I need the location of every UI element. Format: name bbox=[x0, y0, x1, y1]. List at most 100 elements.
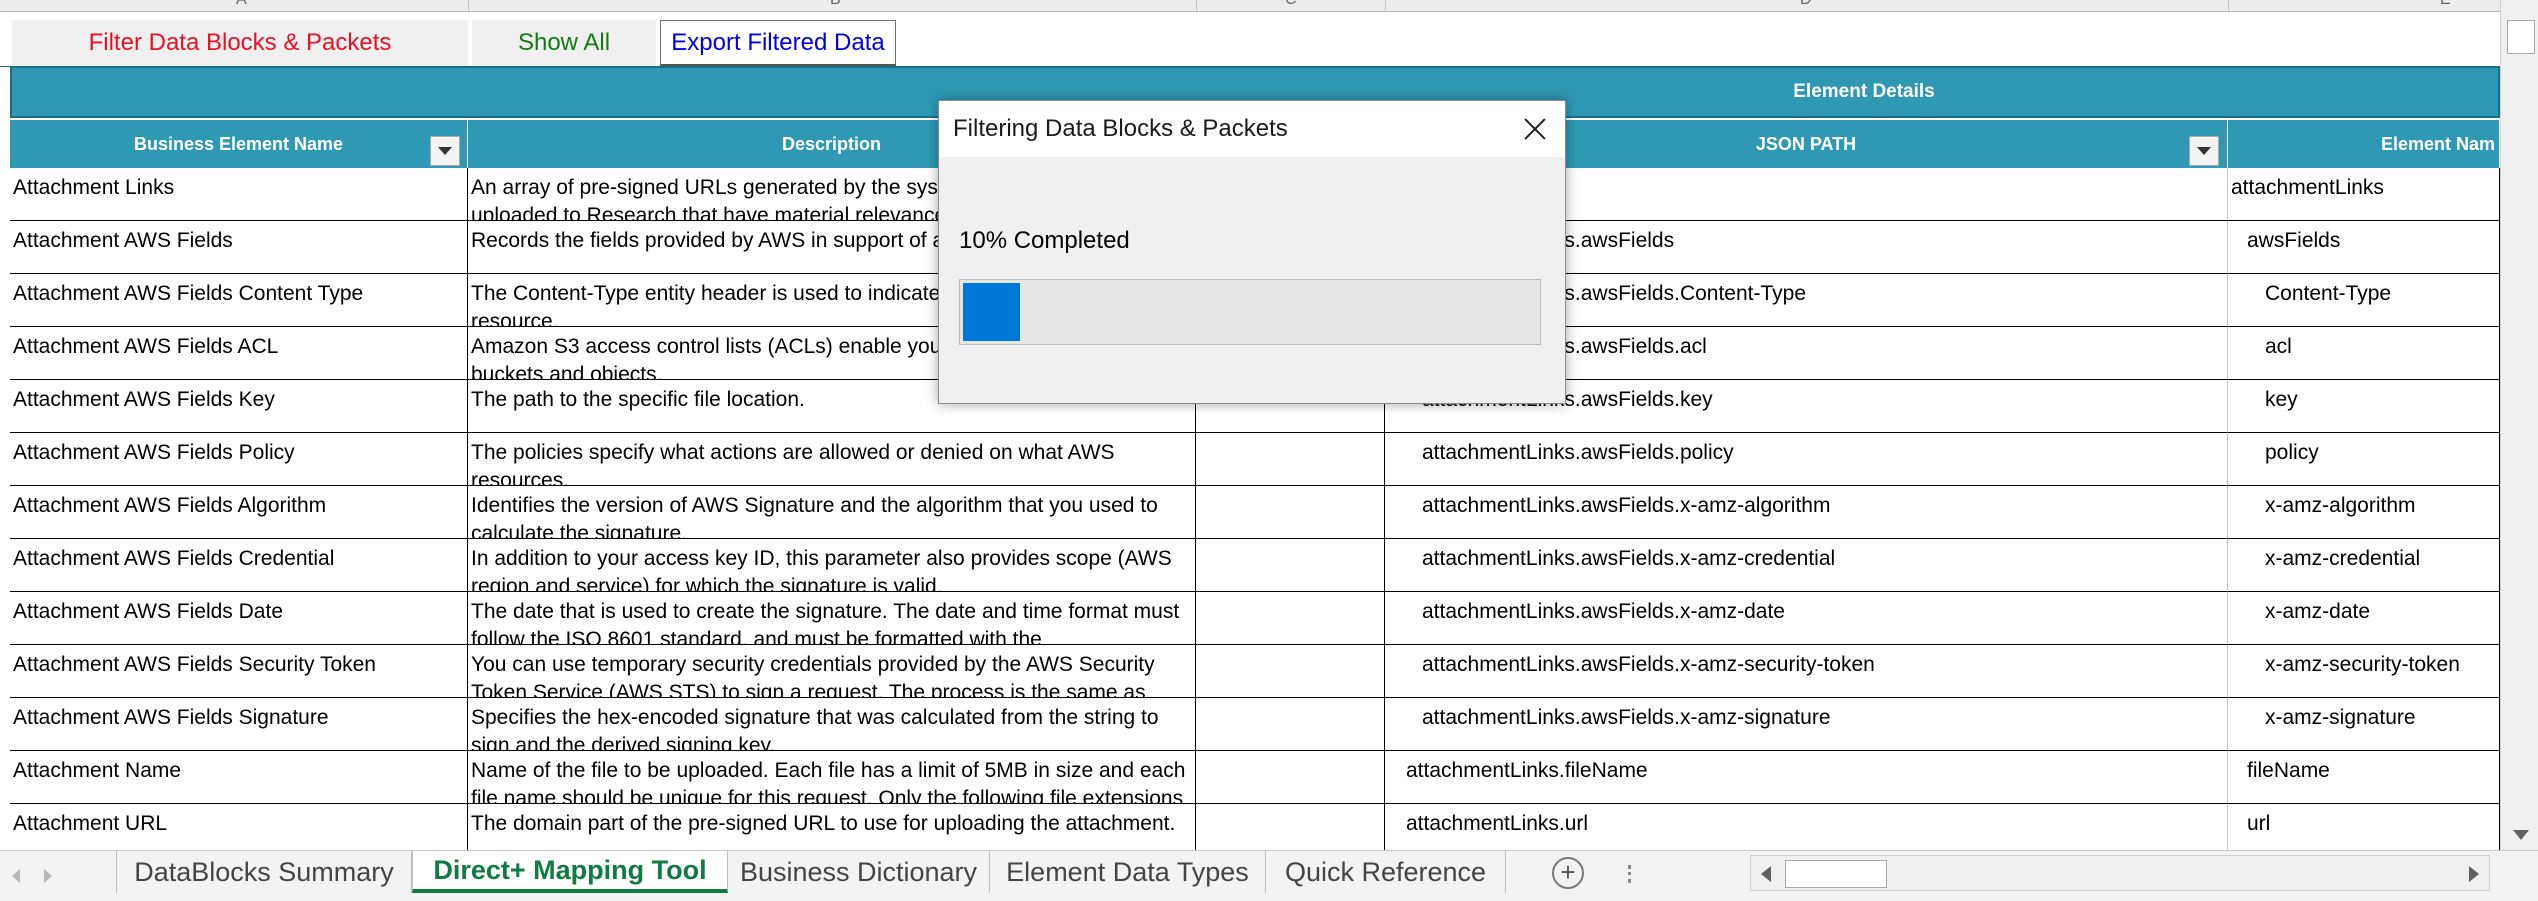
header-label: JSON PATH bbox=[1755, 133, 1857, 154]
column-letter-e[interactable]: E bbox=[2440, 0, 2451, 9]
cell-column-c[interactable] bbox=[1196, 486, 1385, 539]
tab-label: Direct+ Mapping Tool bbox=[433, 854, 707, 885]
cell-json-path[interactable]: attachmentLinks.fileName bbox=[1385, 751, 2228, 804]
cell-element-name[interactable]: x-amz-signature bbox=[2228, 698, 2500, 751]
cell-element-name[interactable]: x-amz-credential bbox=[2228, 539, 2500, 592]
cell-element-name[interactable]: acl bbox=[2228, 327, 2500, 380]
tab-scroll-left-icon[interactable] bbox=[12, 869, 20, 883]
horizontal-scrollbar[interactable] bbox=[1750, 855, 2490, 891]
cell-description[interactable]: The date that is used to create the sign… bbox=[468, 592, 1196, 645]
column-letter-bar: A B C D E bbox=[0, 0, 2500, 12]
cell-element-name[interactable]: Content-Type bbox=[2228, 274, 2500, 327]
cell-column-c[interactable] bbox=[1196, 539, 1385, 592]
cell-element-name[interactable]: awsFields bbox=[2228, 221, 2500, 274]
filter-dropdown-button[interactable] bbox=[2189, 136, 2219, 166]
sheet-tab-bar: DataBlocks Summary Direct+ Mapping Tool … bbox=[0, 850, 2538, 901]
cell-business-element-name[interactable]: Attachment AWS Fields Policy bbox=[10, 433, 468, 486]
cell-element-name[interactable]: url bbox=[2228, 804, 2500, 850]
scroll-down-arrow-icon[interactable] bbox=[2513, 830, 2529, 840]
tab-quick-reference[interactable]: Quick Reference bbox=[1266, 851, 1506, 893]
cell-business-element-name[interactable]: Attachment AWS Fields Key bbox=[10, 380, 468, 433]
tab-element-data-types[interactable]: Element Data Types bbox=[990, 851, 1266, 893]
cell-column-c[interactable] bbox=[1196, 751, 1385, 804]
cell-element-name[interactable]: policy bbox=[2228, 433, 2500, 486]
cell-business-element-name[interactable]: Attachment AWS Fields Security Token bbox=[10, 645, 468, 698]
tab-label: DataBlocks Summary bbox=[134, 856, 394, 887]
chevron-down-icon bbox=[438, 147, 452, 155]
progress-fill bbox=[963, 283, 1020, 341]
cell-element-name[interactable]: x-amz-algorithm bbox=[2228, 486, 2500, 539]
add-sheet-button[interactable]: + bbox=[1552, 857, 1584, 889]
cell-business-element-name[interactable]: Attachment AWS Fields Date bbox=[10, 592, 468, 645]
header-element-name[interactable]: Element Nam bbox=[2228, 120, 2500, 168]
column-letter-c[interactable]: C bbox=[1285, 0, 1297, 9]
cell-business-element-name[interactable]: Attachment URL bbox=[10, 804, 468, 850]
cell-column-c[interactable] bbox=[1196, 592, 1385, 645]
close-icon[interactable] bbox=[1515, 109, 1555, 149]
cell-description[interactable]: Identifies the version of AWS Signature … bbox=[468, 486, 1196, 539]
header-label: Element Nam bbox=[2380, 133, 2495, 154]
cell-element-name[interactable]: fileName bbox=[2228, 751, 2500, 804]
cell-json-path[interactable]: attachmentLinks.awsFields.x-amz-signatur… bbox=[1385, 698, 2228, 751]
column-letter-a[interactable]: A bbox=[236, 0, 247, 9]
scroll-right-arrow-icon[interactable] bbox=[2469, 866, 2479, 882]
cell-description[interactable]: In addition to your access key ID, this … bbox=[468, 539, 1196, 592]
filter-data-blocks-button[interactable]: Filter Data Blocks & Packets bbox=[12, 20, 468, 66]
progress-status-text: 10% Completed bbox=[959, 227, 1130, 254]
cell-business-element-name[interactable]: Attachment AWS Fields Algorithm bbox=[10, 486, 468, 539]
cell-column-c[interactable] bbox=[1196, 433, 1385, 486]
cell-json-path[interactable]: attachmentLinks.awsFields.x-amz-date bbox=[1385, 592, 2228, 645]
cell-business-element-name[interactable]: Attachment AWS Fields Signature bbox=[10, 698, 468, 751]
cell-element-name[interactable]: x-amz-date bbox=[2228, 592, 2500, 645]
show-all-button[interactable]: Show All bbox=[472, 20, 656, 66]
cell-description[interactable]: The domain part of the pre-signed URL to… bbox=[468, 804, 1196, 850]
scroll-left-arrow-icon[interactable] bbox=[1761, 866, 1771, 882]
cell-business-element-name[interactable]: Attachment Links bbox=[10, 168, 468, 221]
cell-description[interactable]: You can use temporary security credentia… bbox=[468, 645, 1196, 698]
cell-json-path[interactable]: attachmentLinks.awsFields.policy bbox=[1385, 433, 2228, 486]
header-label: Description bbox=[781, 133, 882, 154]
cell-column-c[interactable] bbox=[1196, 645, 1385, 698]
header-business-element-name[interactable]: Business Element Name bbox=[10, 120, 468, 168]
tab-business-dictionary[interactable]: Business Dictionary bbox=[728, 851, 990, 893]
cell-column-c[interactable] bbox=[1196, 698, 1385, 751]
tab-datablocks-summary[interactable]: DataBlocks Summary bbox=[116, 851, 412, 893]
progress-bar bbox=[959, 279, 1541, 345]
tab-label: Quick Reference bbox=[1284, 856, 1487, 887]
header-label: Business Element Name bbox=[133, 133, 344, 154]
cell-business-element-name[interactable]: Attachment AWS Fields bbox=[10, 221, 468, 274]
column-letter-b[interactable]: B bbox=[830, 0, 841, 9]
cell-column-c[interactable] bbox=[1196, 804, 1385, 850]
vertical-scrollbar[interactable] bbox=[2500, 0, 2538, 850]
cell-business-element-name[interactable]: Attachment AWS Fields ACL bbox=[10, 327, 468, 380]
cell-description[interactable]: Name of the file to be uploaded. Each fi… bbox=[468, 751, 1196, 804]
cell-element-name[interactable]: key bbox=[2228, 380, 2500, 433]
export-filtered-data-button[interactable]: Export Filtered Data bbox=[660, 20, 896, 66]
element-details-title: Element Details bbox=[1793, 81, 1935, 102]
tab-splitter-handle[interactable] bbox=[1628, 865, 1635, 883]
cell-json-path[interactable]: attachmentLinks.awsFields.x-amz-credenti… bbox=[1385, 539, 2228, 592]
tab-direct-mapping-tool[interactable]: Direct+ Mapping Tool bbox=[412, 851, 728, 893]
cell-json-path[interactable]: attachmentLinks.url bbox=[1385, 804, 2228, 850]
cell-json-path[interactable]: attachmentLinks.awsFields.x-amz-algorith… bbox=[1385, 486, 2228, 539]
column-letter-d[interactable]: D bbox=[1800, 0, 1812, 9]
scroll-thumb[interactable] bbox=[2507, 20, 2535, 54]
cell-description[interactable]: Specifies the hex-encoded signature that… bbox=[468, 698, 1196, 751]
macro-toolbar: Filter Data Blocks & Packets Show All Ex… bbox=[0, 12, 2500, 66]
cell-business-element-name[interactable]: Attachment Name bbox=[10, 751, 468, 804]
cell-json-path[interactable]: attachmentLinks.awsFields.x-amz-security… bbox=[1385, 645, 2228, 698]
filter-dropdown-button[interactable] bbox=[430, 136, 460, 166]
cell-element-name[interactable]: attachmentLinks bbox=[2228, 168, 2500, 221]
cell-description[interactable]: The policies specify what actions are al… bbox=[468, 433, 1196, 486]
chevron-down-icon bbox=[2197, 147, 2211, 155]
tab-label: Element Data Types bbox=[1006, 856, 1249, 887]
cell-business-element-name[interactable]: Attachment AWS Fields Credential bbox=[10, 539, 468, 592]
progress-dialog: Filtering Data Blocks & Packets 10% Comp… bbox=[938, 100, 1566, 404]
dialog-title: Filtering Data Blocks & Packets bbox=[953, 115, 1288, 142]
dialog-title-bar: Filtering Data Blocks & Packets bbox=[939, 101, 1565, 157]
cell-business-element-name[interactable]: Attachment AWS Fields Content Type bbox=[10, 274, 468, 327]
scroll-thumb[interactable] bbox=[1785, 860, 1887, 888]
cell-element-name[interactable]: x-amz-security-token bbox=[2228, 645, 2500, 698]
tab-scroll-right-icon[interactable] bbox=[44, 869, 52, 883]
tab-label: Business Dictionary bbox=[739, 856, 978, 887]
